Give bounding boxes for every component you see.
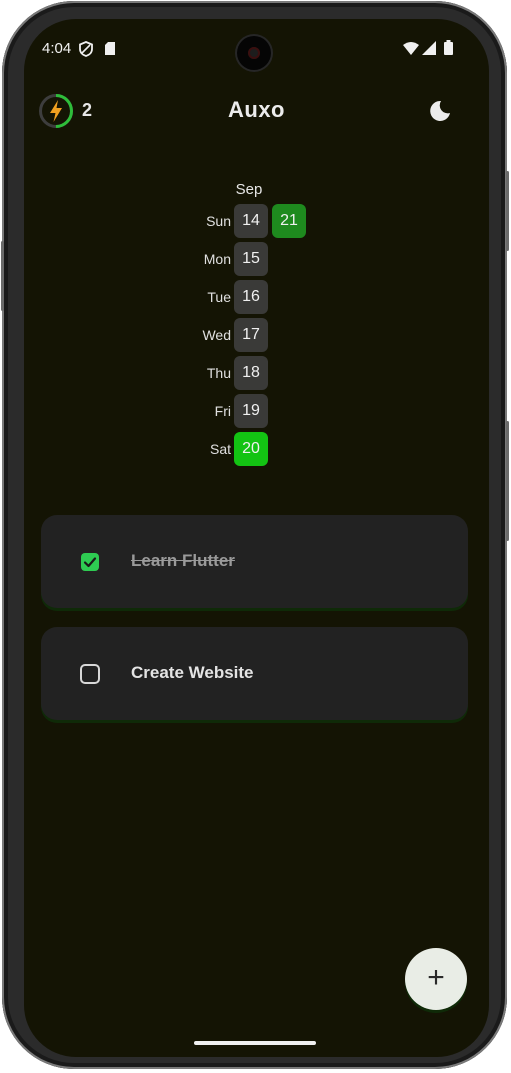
app-screen: 4:04 2 Auxo Sep Sun 14 21 Mon 15 Tue 16 … xyxy=(24,19,489,1057)
status-time: 4:04 xyxy=(42,40,72,57)
date-cell[interactable]: 16 xyxy=(234,280,268,314)
app-title: Auxo xyxy=(228,97,285,122)
cellular-signal-icon xyxy=(422,41,436,55)
calendar-row-sat: Sat 20 xyxy=(194,432,354,466)
day-label: Fri xyxy=(214,403,231,419)
task-title: Create Website xyxy=(131,663,254,682)
day-label: Wed xyxy=(202,327,231,343)
date-cell[interactable]: 19 xyxy=(234,394,268,428)
task-card[interactable]: Learn Flutter xyxy=(41,515,468,608)
checkbox[interactable] xyxy=(80,552,100,572)
day-label: Mon xyxy=(203,251,231,267)
day-label: Tue xyxy=(207,289,231,305)
calendar-row-wed: Wed 17 xyxy=(194,318,354,352)
moon-icon[interactable] xyxy=(428,99,452,123)
date-cell[interactable]: 14 xyxy=(234,204,268,238)
day-label: Thu xyxy=(206,365,231,381)
day-label: Sat xyxy=(209,441,231,457)
phone-frame: 4:04 2 Auxo Sep Sun 14 21 Mon 15 Tue 16 … xyxy=(1,1,509,1069)
calendar-row-sun: Sun 14 21 xyxy=(194,204,354,238)
date-cell[interactable]: 20 xyxy=(234,432,268,466)
calendar-row-tue: Tue 16 xyxy=(194,280,354,314)
front-camera xyxy=(237,36,271,70)
plus-icon: + xyxy=(427,961,445,994)
calendar-month: Sep xyxy=(235,181,263,198)
shield-icon xyxy=(79,41,93,57)
battery-icon xyxy=(444,40,453,55)
sd-card-icon xyxy=(105,42,115,55)
side-button xyxy=(506,421,509,541)
day-label: Sun xyxy=(206,213,231,229)
calendar-row-fri: Fri 19 xyxy=(194,394,354,428)
wifi-icon xyxy=(403,42,419,55)
side-button xyxy=(506,171,509,251)
app-bar: 2 Auxo xyxy=(24,89,489,133)
task-title: Learn Flutter xyxy=(131,551,235,570)
calendar-row-mon: Mon 15 xyxy=(194,242,354,276)
add-task-button[interactable]: + xyxy=(405,948,467,1010)
task-card[interactable]: Create Website xyxy=(41,627,468,720)
home-indicator[interactable] xyxy=(194,1041,316,1045)
date-cell[interactable]: 18 xyxy=(234,356,268,390)
checkbox[interactable] xyxy=(80,664,100,684)
date-cell[interactable]: 21 xyxy=(272,204,306,238)
date-cell[interactable]: 17 xyxy=(234,318,268,352)
calendar-row-thu: Thu 18 xyxy=(194,356,354,390)
date-cell[interactable]: 15 xyxy=(234,242,268,276)
side-button xyxy=(1,241,4,311)
